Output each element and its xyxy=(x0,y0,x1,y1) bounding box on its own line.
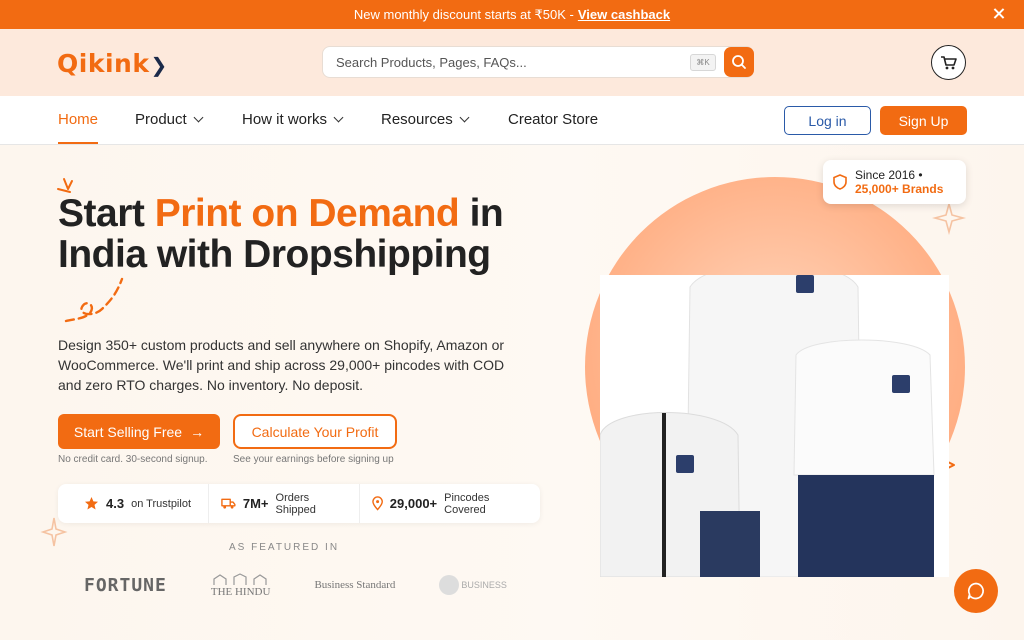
stat-orders: 7M+ Orders Shipped xyxy=(208,484,359,523)
chevron-down-icon xyxy=(333,112,344,123)
the-hindu-logo: THE HINDU xyxy=(210,573,271,598)
top-header: Qikink❯ Search Products, Pages, FAQs... … xyxy=(0,29,1024,96)
chevron-down-icon xyxy=(193,112,204,123)
stat-orders-value: 7M+ xyxy=(242,496,269,511)
zee-business-logo: BUSINESS xyxy=(439,575,507,595)
start-selling-label: Start Selling Free xyxy=(73,423,183,440)
star-icon xyxy=(85,497,98,510)
logo[interactable]: Qikink❯ xyxy=(57,49,168,78)
stats-bar: 4.3 on Trustpilot 7M+ Orders Shipped 29,… xyxy=(58,484,540,523)
sparkle-icon xyxy=(932,201,966,235)
main-nav: Home Product How it works Resources Crea… xyxy=(0,96,1024,145)
nav-product[interactable]: Product xyxy=(135,111,204,128)
hero-headline: Start Print on Demand in India with Drop… xyxy=(58,192,504,276)
badge-line2: 25,000+ Brands xyxy=(855,182,944,196)
nav-home-label: Home xyxy=(58,111,99,128)
location-pin-icon xyxy=(371,496,383,511)
chat-button[interactable] xyxy=(954,569,998,613)
nav-resources[interactable]: Resources xyxy=(381,111,470,128)
zee-business-emblem-icon xyxy=(439,575,460,595)
nav-resources-label: Resources xyxy=(381,111,453,128)
search-input[interactable]: Search Products, Pages, FAQs... xyxy=(336,55,690,70)
view-cashback-link[interactable]: View cashback xyxy=(578,7,670,22)
models-photo xyxy=(600,275,949,577)
nav-creator-store-label: Creator Store xyxy=(508,111,599,128)
arrow-right-icon: → xyxy=(190,423,205,440)
stat-pincodes: 29,000+ Pincodes Covered xyxy=(358,484,540,523)
login-button[interactable]: Log in xyxy=(784,106,871,135)
press-logos: FORTUNE THE HINDU Business Standard BUSI… xyxy=(84,573,507,598)
stat-orders-label: Orders Shipped xyxy=(275,491,316,516)
logo-text: Qikink xyxy=(57,49,150,78)
cart-button[interactable] xyxy=(931,45,966,80)
hero-section: Start Print on Demand in India with Drop… xyxy=(0,145,1024,640)
the-hindu-text: THE HINDU xyxy=(210,586,271,598)
shield-icon xyxy=(833,174,847,190)
nav-how-it-works[interactable]: How it works xyxy=(242,111,344,128)
hero-subtext: Design 350+ custom products and sell any… xyxy=(58,337,505,393)
nav-creator-store[interactable]: Creator Store xyxy=(508,111,598,128)
the-hindu-emblem-icon xyxy=(213,573,267,585)
headline-part2: in xyxy=(469,192,504,235)
nav-home[interactable]: Home xyxy=(58,111,99,144)
since-2016-badge: Since 2016 • 25,000+ Brands xyxy=(823,160,966,204)
active-underline xyxy=(58,142,99,144)
headline-part1: Start xyxy=(58,192,145,235)
primary-cta-note: No credit card. 30-second signup. xyxy=(58,454,208,465)
nav-product-label: Product xyxy=(135,111,187,128)
nav-how-it-works-label: How it works xyxy=(242,111,328,128)
chevron-down-icon xyxy=(459,112,470,123)
start-selling-button[interactable]: Start Selling Free → xyxy=(58,414,220,449)
badge-line1: Since 2016 • xyxy=(855,168,923,182)
calculate-profit-button[interactable]: Calculate Your Profit xyxy=(233,414,397,449)
headline-line2: India with Dropshipping xyxy=(58,233,491,276)
signup-button[interactable]: Sign Up xyxy=(880,106,967,135)
secondary-cta-note: See your earnings before signing up xyxy=(233,454,394,465)
search-icon xyxy=(732,55,746,69)
stat-trustpilot-label: on Trustpilot xyxy=(131,497,191,510)
truck-icon xyxy=(221,498,236,509)
announcement-bar: New monthly discount starts at ₹50K - Vi… xyxy=(0,0,1024,29)
squiggle-icon xyxy=(64,277,124,323)
search-shortcut: ⌘K xyxy=(690,53,716,71)
fortune-logo: FORTUNE xyxy=(84,574,167,596)
stat-pincodes-label: Pincodes Covered xyxy=(444,491,490,516)
featured-label: AS FEATURED IN xyxy=(229,542,340,553)
business-standard-logo: Business Standard xyxy=(314,579,396,591)
announcement-text: New monthly discount starts at ₹50K - xyxy=(353,6,574,22)
headline-highlight: Print on Demand xyxy=(154,192,460,235)
stat-trustpilot-value: 4.3 xyxy=(106,496,125,511)
chat-icon xyxy=(967,582,984,600)
close-icon[interactable] xyxy=(990,5,1008,23)
stat-trustpilot: 4.3 on Trustpilot xyxy=(58,484,208,523)
logo-chevron-icon: ❯ xyxy=(150,53,168,77)
zee-business-text: BUSINESS xyxy=(461,580,507,590)
stat-pincodes-value: 29,000+ xyxy=(389,496,438,511)
search-button[interactable] xyxy=(724,47,754,77)
cart-icon xyxy=(940,55,957,69)
search-bar[interactable]: Search Products, Pages, FAQs... ⌘K xyxy=(322,46,754,78)
